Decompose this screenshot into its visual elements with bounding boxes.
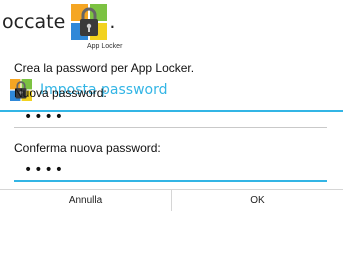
dialog-button-row: Annulla OK [0, 189, 343, 211]
confirm-password-label: Conferma nuova password: [14, 141, 161, 155]
new-password-label: Nuova password: [14, 86, 107, 100]
confirm-password-field[interactable] [14, 160, 327, 182]
dialog-message: Crea la password per App Locker. [14, 61, 195, 75]
new-password-field[interactable] [14, 106, 327, 128]
icon-caption: App Locker [87, 43, 123, 50]
ok-button[interactable]: OK [172, 190, 343, 211]
document-trailing-period: . [109, 11, 116, 33]
screenshot-page: occate . App Locker Imposta password Cre… [0, 0, 343, 280]
document-text-fragment: occate [2, 11, 66, 33]
document-text-line: occate . [0, 2, 115, 42]
cancel-button[interactable]: Annulla [0, 190, 172, 211]
app-locker-lock-icon [71, 4, 108, 40]
